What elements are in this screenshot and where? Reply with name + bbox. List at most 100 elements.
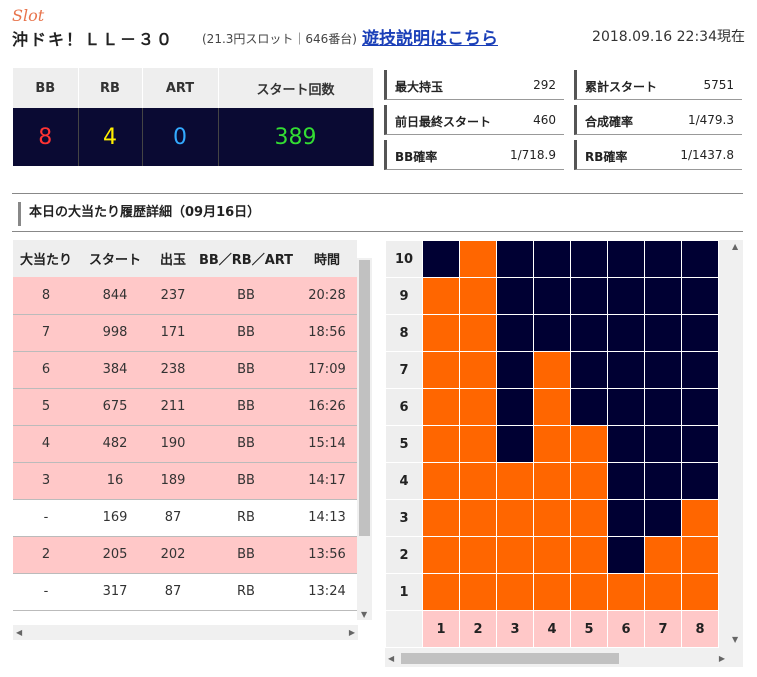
grid-y-label: 2 [385, 536, 423, 574]
table-cell: 237 [151, 277, 195, 315]
table-row: 8 844 237 BB 20:28 [13, 277, 357, 315]
grid-cell [681, 388, 719, 426]
scroll-down-icon[interactable]: ▼ [732, 635, 738, 644]
table-cell: 482 [79, 425, 151, 463]
grid-horizontal-scrollbar[interactable]: ◀ ▶ [385, 650, 728, 667]
grid-cell [607, 277, 645, 315]
grid-cell [422, 277, 460, 315]
history-horizontal-scrollbar[interactable]: ◀ ▶ [13, 625, 358, 640]
table-cell: 16 [79, 462, 151, 500]
grid-x-label: 4 [533, 610, 571, 648]
grid-cell [496, 314, 534, 352]
grid-cell [644, 388, 682, 426]
grid-y-label: 5 [385, 425, 423, 463]
table-cell: 7 [13, 314, 79, 352]
grid-row: 9 [385, 277, 719, 315]
counter-label-start: スタート回数 [218, 68, 374, 108]
grid-cell [644, 499, 682, 537]
grid-cell [533, 425, 571, 463]
grid-cell [607, 499, 645, 537]
counter-label-rb: RB [78, 68, 143, 108]
stat-prev-last-start: 前日最終スタート 460 [384, 105, 564, 135]
history-col-header: BB／RB／ART [195, 240, 297, 277]
grid-cell [570, 314, 608, 352]
table-cell: 15:14 [297, 425, 357, 463]
scroll-right-icon[interactable]: ▶ [719, 654, 725, 663]
grid-y-label: 6 [385, 388, 423, 426]
grid-vertical-scrollbar[interactable]: ▲ ▼ [728, 240, 743, 650]
table-row: 6 384 238 BB 17:09 [13, 351, 357, 389]
grid-cell [644, 462, 682, 500]
grid-cell [422, 240, 460, 278]
scroll-up-icon[interactable]: ▲ [732, 242, 738, 251]
grid-cell [533, 351, 571, 389]
grid-cell [681, 314, 719, 352]
table-cell: 190 [151, 425, 195, 463]
stat-label: 最大持玉 [395, 80, 444, 94]
history-table-container[interactable]: 大当たり スタート 出玉 BB／RB／ART 時間 8 844 237 BB 20:28 7 998… [13, 240, 373, 640]
table-cell: 6 [13, 351, 79, 389]
grid-cell [681, 240, 719, 278]
stat-label: RB確率 [585, 150, 628, 164]
table-cell: 238 [151, 351, 195, 389]
grid-cell [681, 573, 719, 611]
stat-label: BB確率 [395, 150, 438, 164]
grid-cell [644, 425, 682, 463]
grid-cell [533, 573, 571, 611]
table-cell: 13:24 [297, 573, 357, 611]
grid-row: 8 [385, 314, 719, 352]
grid-cell [644, 573, 682, 611]
table-cell: BB [195, 462, 297, 500]
table-cell: 384 [79, 351, 151, 389]
grid-cell [533, 536, 571, 574]
category-label: Slot [12, 6, 45, 25]
table-row: 4 482 190 BB 15:14 [13, 425, 357, 463]
history-col-header: 出玉 [151, 240, 195, 277]
grid-cell [607, 573, 645, 611]
grid-cell [607, 388, 645, 426]
stat-rb-prob: RB確率 1/1437.8 [574, 140, 742, 170]
grid-cell [459, 314, 497, 352]
stat-value: 292 [533, 78, 556, 92]
scroll-right-icon[interactable]: ▶ [349, 628, 355, 637]
table-row: -169 87 RB 14:13 [13, 499, 357, 537]
stat-value: 460 [533, 113, 556, 127]
counter-table: BB RB ART スタート回数 8 4 0 389 [13, 68, 374, 166]
scroll-left-icon[interactable]: ◀ [388, 654, 394, 663]
howto-link[interactable]: 遊技説明はこちら [362, 24, 498, 49]
slump-grid: 10 9 8 7 6 5 4 3 2 1 1 2 3 4 5 6 7 8 [385, 240, 719, 648]
scrollbar-thumb[interactable] [359, 260, 370, 536]
table-cell: 317 [79, 573, 151, 611]
grid-x-label: 6 [607, 610, 645, 648]
grid-cell [422, 425, 460, 463]
grid-row: 1 [385, 573, 719, 611]
grid-cell [570, 388, 608, 426]
table-cell: BB [195, 536, 297, 574]
grid-y-label: 4 [385, 462, 423, 500]
grid-x-label: 2 [459, 610, 497, 648]
scroll-down-icon[interactable]: ▼ [361, 610, 367, 619]
header: Slot 沖ドキ！ＬＬ－３０ (21.3円スロット｜646番台) 遊技説明はこち… [12, 4, 747, 49]
grid-cell [607, 462, 645, 500]
history-col-header: スタート [79, 240, 151, 277]
grid-cell [496, 388, 534, 426]
grid-cell [607, 536, 645, 574]
grid-y-label: 8 [385, 314, 423, 352]
history-vertical-scrollbar[interactable]: ▼ [357, 258, 372, 620]
scrollbar-thumb[interactable] [401, 653, 619, 664]
stat-label: 累計スタート [585, 80, 658, 94]
grid-cell [681, 277, 719, 315]
grid-cell [644, 536, 682, 574]
table-cell: BB [195, 388, 297, 426]
table-cell: - [13, 499, 79, 537]
slump-grid-container[interactable]: 10 9 8 7 6 5 4 3 2 1 1 2 3 4 5 6 7 8 ▲ ▼ ◀ ▶ [385, 240, 743, 667]
grid-cell [459, 462, 497, 500]
grid-cell [496, 462, 534, 500]
grid-y-label: 10 [385, 240, 423, 278]
grid-cell [681, 536, 719, 574]
table-cell: 2 [13, 536, 79, 574]
grid-cell [570, 277, 608, 315]
counter-label-art: ART [142, 68, 219, 108]
grid-y-label: 1 [385, 573, 423, 611]
scroll-left-icon[interactable]: ◀ [16, 628, 22, 637]
